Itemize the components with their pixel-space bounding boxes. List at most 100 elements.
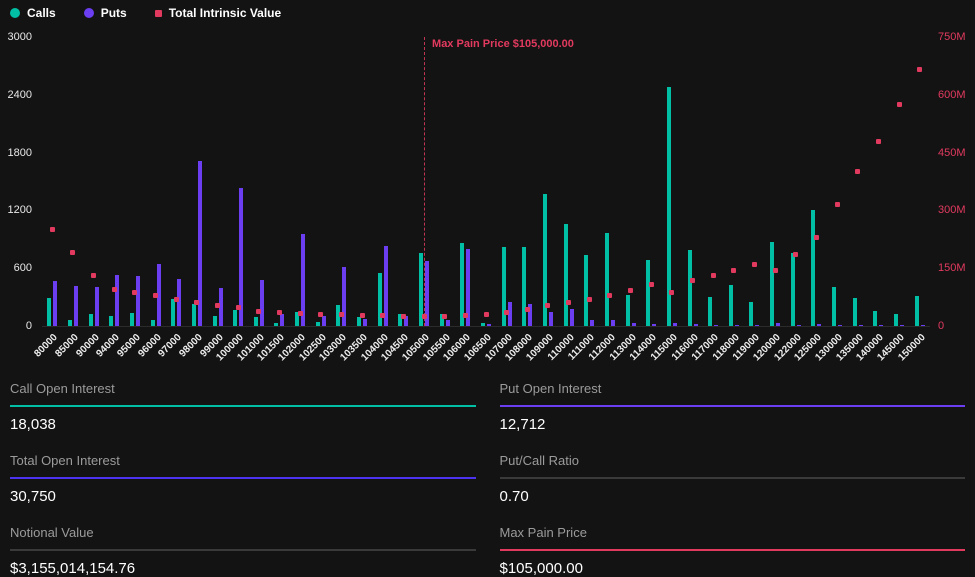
intrinsic-value-point[interactable]: [442, 314, 447, 319]
intrinsic-value-point[interactable]: [360, 313, 365, 318]
put-bar[interactable]: [797, 325, 801, 326]
put-bar[interactable]: [570, 309, 574, 326]
legend-item-puts[interactable]: Puts: [84, 6, 127, 20]
intrinsic-value-point[interactable]: [649, 282, 654, 287]
intrinsic-value-point[interactable]: [504, 310, 509, 315]
put-bar[interactable]: [115, 275, 119, 326]
intrinsic-value-point[interactable]: [298, 311, 303, 316]
call-bar[interactable]: [357, 317, 361, 326]
put-bar[interactable]: [859, 325, 863, 326]
put-bar[interactable]: [921, 325, 925, 326]
intrinsic-value-point[interactable]: [380, 313, 385, 318]
intrinsic-value-point[interactable]: [897, 102, 902, 107]
intrinsic-value-point[interactable]: [628, 288, 633, 293]
intrinsic-value-point[interactable]: [752, 262, 757, 267]
call-bar[interactable]: [584, 255, 588, 326]
call-bar[interactable]: [564, 224, 568, 326]
put-bar[interactable]: [817, 324, 821, 326]
intrinsic-value-point[interactable]: [669, 290, 674, 295]
put-bar[interactable]: [714, 325, 718, 326]
call-bar[interactable]: [832, 287, 836, 326]
put-bar[interactable]: [694, 324, 698, 326]
intrinsic-value-point[interactable]: [50, 227, 55, 232]
intrinsic-value-point[interactable]: [917, 67, 922, 72]
intrinsic-value-point[interactable]: [318, 312, 323, 317]
call-bar[interactable]: [481, 323, 485, 326]
call-bar[interactable]: [646, 260, 650, 326]
intrinsic-value-point[interactable]: [545, 303, 550, 308]
put-bar[interactable]: [74, 286, 78, 326]
call-bar[interactable]: [274, 323, 278, 326]
put-bar[interactable]: [260, 280, 264, 326]
intrinsic-value-point[interactable]: [215, 303, 220, 308]
put-bar[interactable]: [53, 281, 57, 326]
call-bar[interactable]: [151, 320, 155, 326]
intrinsic-value-point[interactable]: [236, 305, 241, 310]
put-bar[interactable]: [838, 325, 842, 326]
put-bar[interactable]: [652, 324, 656, 326]
put-bar[interactable]: [673, 323, 677, 326]
intrinsic-value-point[interactable]: [194, 300, 199, 305]
intrinsic-value-point[interactable]: [566, 300, 571, 305]
intrinsic-value-point[interactable]: [835, 202, 840, 207]
call-bar[interactable]: [791, 253, 795, 326]
intrinsic-value-point[interactable]: [607, 293, 612, 298]
legend-item-calls[interactable]: Calls: [10, 6, 56, 20]
call-bar[interactable]: [894, 314, 898, 326]
call-bar[interactable]: [233, 310, 237, 326]
intrinsic-value-point[interactable]: [525, 307, 530, 312]
call-bar[interactable]: [47, 298, 51, 326]
call-bar[interactable]: [378, 273, 382, 326]
put-bar[interactable]: [755, 325, 759, 326]
call-bar[interactable]: [316, 322, 320, 326]
call-bar[interactable]: [68, 320, 72, 326]
intrinsic-value-point[interactable]: [339, 312, 344, 317]
intrinsic-value-point[interactable]: [153, 293, 158, 298]
intrinsic-value-point[interactable]: [773, 268, 778, 273]
call-bar[interactable]: [873, 311, 877, 326]
intrinsic-value-point[interactable]: [401, 314, 406, 319]
put-bar[interactable]: [611, 320, 615, 326]
put-bar[interactable]: [487, 324, 491, 326]
put-bar[interactable]: [177, 279, 181, 326]
intrinsic-value-point[interactable]: [711, 273, 716, 278]
intrinsic-value-point[interactable]: [876, 139, 881, 144]
put-bar[interactable]: [446, 320, 450, 326]
call-bar[interactable]: [522, 247, 526, 326]
put-bar[interactable]: [280, 314, 284, 326]
put-bar[interactable]: [590, 320, 594, 326]
plot-area[interactable]: Max Pain Price $105,000.00: [42, 37, 930, 327]
call-bar[interactable]: [853, 298, 857, 326]
put-bar[interactable]: [549, 312, 553, 326]
call-bar[interactable]: [729, 285, 733, 326]
intrinsic-value-point[interactable]: [256, 309, 261, 314]
intrinsic-value-point[interactable]: [690, 278, 695, 283]
call-bar[interactable]: [708, 297, 712, 326]
call-bar[interactable]: [109, 316, 113, 326]
intrinsic-value-point[interactable]: [731, 268, 736, 273]
put-bar[interactable]: [900, 325, 904, 326]
put-bar[interactable]: [136, 276, 140, 326]
intrinsic-value-point[interactable]: [814, 235, 819, 240]
intrinsic-value-point[interactable]: [422, 314, 427, 319]
intrinsic-value-point[interactable]: [484, 312, 489, 317]
intrinsic-value-point[interactable]: [174, 297, 179, 302]
intrinsic-value-point[interactable]: [463, 313, 468, 318]
put-bar[interactable]: [776, 323, 780, 326]
intrinsic-value-point[interactable]: [91, 273, 96, 278]
call-bar[interactable]: [770, 242, 774, 326]
call-bar[interactable]: [213, 316, 217, 326]
intrinsic-value-point[interactable]: [132, 290, 137, 295]
put-bar[interactable]: [735, 325, 739, 326]
intrinsic-value-point[interactable]: [793, 252, 798, 257]
intrinsic-value-point[interactable]: [112, 287, 117, 292]
put-bar[interactable]: [632, 323, 636, 326]
put-bar[interactable]: [95, 287, 99, 326]
put-bar[interactable]: [879, 325, 883, 326]
legend-item-intrinsic[interactable]: Total Intrinsic Value: [155, 6, 281, 20]
call-bar[interactable]: [811, 210, 815, 326]
call-bar[interactable]: [605, 233, 609, 326]
intrinsic-value-point[interactable]: [587, 297, 592, 302]
put-bar[interactable]: [363, 319, 367, 326]
intrinsic-value-point[interactable]: [277, 310, 282, 315]
